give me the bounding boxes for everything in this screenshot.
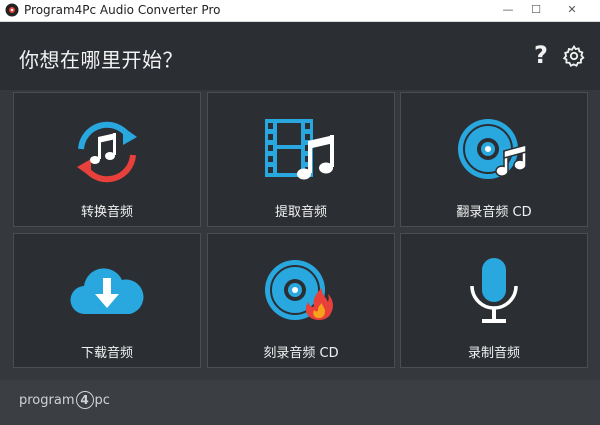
close-button[interactable]: ✕: [550, 0, 594, 18]
tile-download-audio[interactable]: 下载音频: [13, 233, 201, 368]
help-icon[interactable]: ?: [534, 42, 548, 68]
download-audio-icon: [70, 268, 144, 315]
app-logo-icon: [5, 3, 19, 17]
tile-extract-audio[interactable]: 提取音频: [207, 92, 395, 227]
tile-record-audio[interactable]: 录制音频: [400, 233, 588, 368]
footer: program 4 pc: [0, 380, 600, 425]
tile-label: 翻录音频 CD: [456, 205, 532, 220]
rip-cd-icon: [458, 119, 527, 179]
tile-label: 刻录音频 CD: [263, 346, 339, 361]
maximize-button[interactable]: ☐: [522, 0, 550, 18]
brand-logo[interactable]: program 4 pc: [19, 391, 110, 409]
gear-icon[interactable]: [562, 44, 586, 68]
app-window: Program4Pc Audio Converter Pro — ☐ ✕ 你想在…: [0, 0, 600, 425]
window-title: Program4Pc Audio Converter Pro: [24, 3, 221, 17]
minimize-button[interactable]: —: [494, 0, 522, 18]
extract-audio-icon: [265, 119, 334, 180]
header: 你想在哪里开始？ ?: [0, 22, 600, 90]
page-title: 你想在哪里开始？: [19, 48, 183, 72]
tile-label: 下载音频: [80, 346, 133, 361]
logo-suffix: pc: [94, 393, 110, 408]
tile-label: 录制音频: [467, 346, 520, 361]
tile-rip-cd[interactable]: 翻录音频 CD: [400, 92, 588, 227]
record-audio-icon: [470, 258, 518, 323]
logo-prefix: program: [19, 393, 75, 408]
tile-convert-audio[interactable]: 转换音频: [13, 92, 201, 227]
burn-cd-icon: [265, 260, 333, 320]
convert-audio-icon: [77, 121, 137, 183]
tile-label: 转换音频: [80, 205, 133, 220]
tile-label: 提取音频: [274, 205, 327, 220]
tile-burn-cd[interactable]: 刻录音频 CD: [207, 233, 395, 368]
window-controls: — ☐ ✕: [494, 0, 594, 20]
logo-digit: 4: [75, 391, 94, 409]
action-grid: 转换音频 提取音频 翻录音频 CD 下载音频 刻录音频 CD 录制音频: [13, 92, 588, 370]
title-bar: Program4Pc Audio Converter Pro — ☐ ✕: [0, 0, 600, 22]
